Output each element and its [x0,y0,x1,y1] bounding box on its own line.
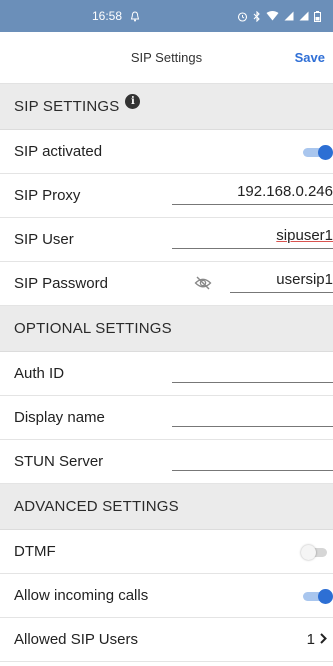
setting-sip-user: SIP User sipuser1 [0,218,333,262]
display-name-input[interactable] [172,405,333,427]
chevron-right-icon [320,631,327,648]
setting-label: Display name [14,409,105,426]
allowed-sip-users-value: 1 [307,631,327,648]
sip-user-input[interactable]: sipuser1 [172,227,333,249]
sip-proxy-input[interactable]: 192.168.0.246 [172,183,333,205]
signal-icon [284,11,294,21]
section-header-optional: OPTIONAL SETTINGS [0,306,333,352]
sip-password-value: usersip1 [276,271,333,288]
stun-server-input[interactable] [172,449,333,471]
setting-auth-id: Auth ID [0,352,333,396]
setting-sip-activated[interactable]: SIP activated [0,130,333,174]
eye-off-icon[interactable] [194,275,212,295]
setting-label: Auth ID [14,365,65,382]
setting-label: SIP User [14,231,74,248]
sip-activated-toggle[interactable] [303,145,333,160]
allowed-sip-users-count: 1 [306,631,315,648]
sip-user-value: sipuser1 [276,227,333,244]
allow-incoming-calls-toggle[interactable] [303,589,333,604]
setting-stun-server: STUN Server [0,440,333,484]
setting-label: SIP Proxy [14,187,81,204]
sip-proxy-value: 192.168.0.246 [237,183,333,200]
setting-label: DTMF [14,543,56,560]
signal-icon [299,11,309,21]
sip-password-input[interactable]: usersip1 [230,271,333,293]
section-title: OPTIONAL SETTINGS [14,320,172,337]
setting-allowed-sip-users[interactable]: Allowed SIP Users 1 [0,618,333,662]
setting-label: STUN Server [14,453,104,470]
setting-label: Allow incoming calls [14,587,149,604]
nav-bar: SIP Settings Save [0,32,333,84]
status-time: 16:58 [92,9,123,23]
setting-sip-password: SIP Password usersip1 [0,262,333,306]
status-bar: 16:58 [0,0,333,32]
notification-icon [130,10,140,22]
bluetooth-icon [253,10,261,22]
setting-label: SIP Password [14,275,108,292]
alarm-icon [237,11,248,22]
section-header-sip: SIP SETTINGS i [0,84,333,130]
info-icon[interactable]: i [125,94,141,109]
setting-sip-proxy: SIP Proxy 192.168.0.246 [0,174,333,218]
section-title: ADVANCED SETTINGS [14,498,179,515]
section-header-advanced: ADVANCED SETTINGS [0,484,333,530]
setting-display-name: Display name [0,396,333,440]
setting-allow-incoming-calls[interactable]: Allow incoming calls [0,574,333,618]
section-title: SIP SETTINGS [14,98,120,115]
auth-id-input[interactable] [172,361,333,383]
wifi-icon [266,11,279,21]
page-title: SIP Settings [130,50,203,65]
save-button[interactable]: Save [295,50,325,65]
dtmf-toggle[interactable] [301,545,329,560]
setting-dtmf[interactable]: DTMF [0,530,333,574]
setting-label: SIP activated [14,143,103,160]
battery-icon [314,10,321,22]
setting-label: Allowed SIP Users [14,631,138,648]
